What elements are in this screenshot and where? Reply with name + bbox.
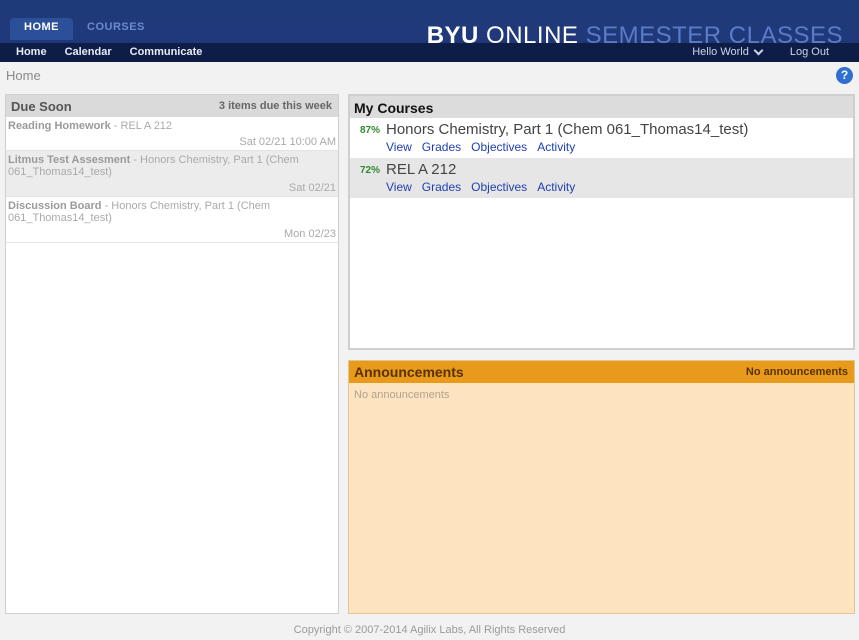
course-view-link[interactable]: View: [386, 140, 412, 154]
user-greeting: Hello World: [692, 46, 749, 58]
tab-home[interactable]: HOME: [10, 18, 73, 40]
course-activity-link[interactable]: Activity: [537, 180, 575, 194]
top-nav: HOME COURSES: [10, 18, 159, 40]
announcements-status: No announcements: [745, 366, 848, 378]
due-item-name: Discussion Board: [8, 200, 102, 212]
course-percent: 72%: [360, 165, 381, 176]
course-row: 87% Honors Chemistry, Part 1 (Chem 061_T…: [350, 118, 853, 158]
announcements-header: Announcements No announcements: [349, 361, 854, 383]
course-row: 72% REL A 212 View Grades Objectives Act…: [350, 158, 853, 198]
course-objectives-link[interactable]: Objectives: [471, 180, 527, 194]
course-objectives-link[interactable]: Objectives: [471, 140, 527, 154]
course-title[interactable]: Honors Chemistry, Part 1 (Chem 061_Thoma…: [386, 121, 748, 138]
logout-link[interactable]: Log Out: [790, 46, 829, 58]
user-dropdown[interactable]: Hello World: [692, 45, 764, 58]
due-item-date: Sat 02/21 10:00 AM: [239, 136, 336, 148]
subnav-home[interactable]: Home: [16, 46, 47, 58]
course-grades-link[interactable]: Grades: [422, 140, 461, 154]
my-courses-panel: My Courses 87% Honors Chemistry, Part 1 …: [348, 94, 855, 350]
due-item-course: - REL A 212: [110, 120, 173, 132]
sub-nav: Home Calendar Communicate Hello World Lo…: [0, 43, 859, 62]
due-soon-count: 3 items due this week: [218, 100, 332, 112]
due-item-date: Sat 02/21: [288, 182, 336, 194]
subnav-calendar[interactable]: Calendar: [65, 46, 112, 58]
due-item[interactable]: Litmus Test Assesment - Honors Chemistry…: [6, 151, 338, 197]
footer-copyright: Copyright © 2007-2014 Agilix Labs, All R…: [293, 624, 566, 636]
announcements-title: Announcements: [354, 364, 464, 380]
tab-courses[interactable]: COURSES: [73, 18, 159, 40]
due-soon-title: Due Soon: [11, 98, 72, 114]
due-item-name: Reading Homework: [8, 120, 111, 132]
due-soon-header: Due Soon 3 items due this week: [6, 95, 338, 117]
due-item[interactable]: Discussion Board - Honors Chemistry, Par…: [6, 197, 338, 243]
course-activity-link[interactable]: Activity: [537, 140, 575, 154]
due-item-name: Litmus Test Assesment: [8, 154, 131, 166]
due-item[interactable]: Reading Homework - REL A 212 Sat 02/21 1…: [6, 117, 338, 151]
course-view-link[interactable]: View: [386, 180, 412, 194]
header-bar: HOME COURSES BYU ONLINE SEMESTER CLASSES…: [0, 0, 859, 62]
course-title[interactable]: REL A 212: [386, 161, 575, 178]
course-percent: 87%: [360, 125, 381, 136]
breadcrumb: Home: [6, 68, 41, 83]
course-grades-link[interactable]: Grades: [422, 180, 461, 194]
help-icon[interactable]: ?: [836, 67, 853, 84]
announcements-panel: Announcements No announcements No announ…: [348, 360, 855, 614]
subnav-communicate[interactable]: Communicate: [130, 46, 203, 58]
due-soon-panel: Due Soon 3 items due this week Reading H…: [5, 94, 339, 614]
announcements-body: No announcements: [354, 389, 450, 401]
due-item-date: Mon 02/23: [284, 228, 336, 240]
my-courses-header: My Courses: [350, 96, 853, 118]
my-courses-title: My Courses: [354, 100, 434, 116]
user-menu: Hello World Log Out: [692, 45, 829, 58]
chevron-down-icon: [753, 45, 764, 56]
